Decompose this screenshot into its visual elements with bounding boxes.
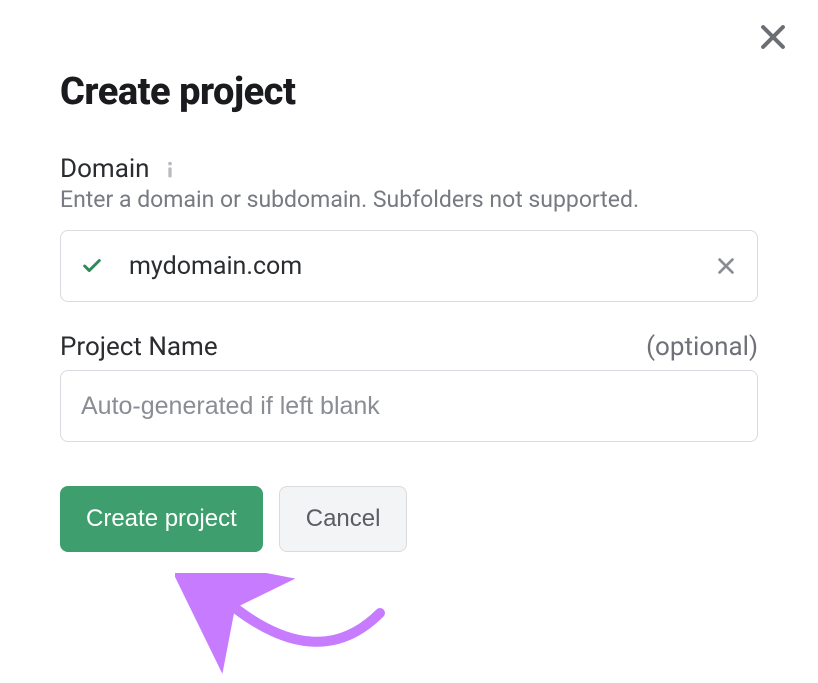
project-name-input[interactable]: [81, 392, 737, 421]
domain-input[interactable]: mydomain.com: [60, 230, 758, 302]
close-button[interactable]: [756, 20, 790, 54]
close-icon: [756, 20, 790, 54]
clear-domain-button[interactable]: [715, 255, 737, 277]
check-icon: [81, 255, 103, 277]
create-project-button[interactable]: Create project: [60, 486, 263, 552]
domain-value: mydomain.com: [129, 252, 707, 281]
domain-label-row: Domain: [60, 154, 180, 184]
info-icon[interactable]: [160, 159, 180, 179]
project-name-label: Project Name: [60, 332, 218, 362]
modal-title: Create project: [60, 70, 758, 114]
optional-hint: (optional): [646, 332, 758, 362]
domain-label: Domain: [60, 154, 150, 184]
domain-helper-text: Enter a domain or subdomain. Subfolders …: [60, 184, 758, 216]
pointer-arrow-annotation: [175, 573, 405, 683]
domain-field: Domain Enter a domain or subdomain. Subf…: [60, 154, 758, 302]
project-name-input-wrap[interactable]: [60, 370, 758, 442]
project-name-field: Project Name (optional): [60, 332, 758, 442]
project-name-label-row: Project Name (optional): [60, 332, 758, 362]
cancel-button[interactable]: Cancel: [279, 486, 408, 552]
action-buttons: Create project Cancel: [60, 486, 758, 552]
